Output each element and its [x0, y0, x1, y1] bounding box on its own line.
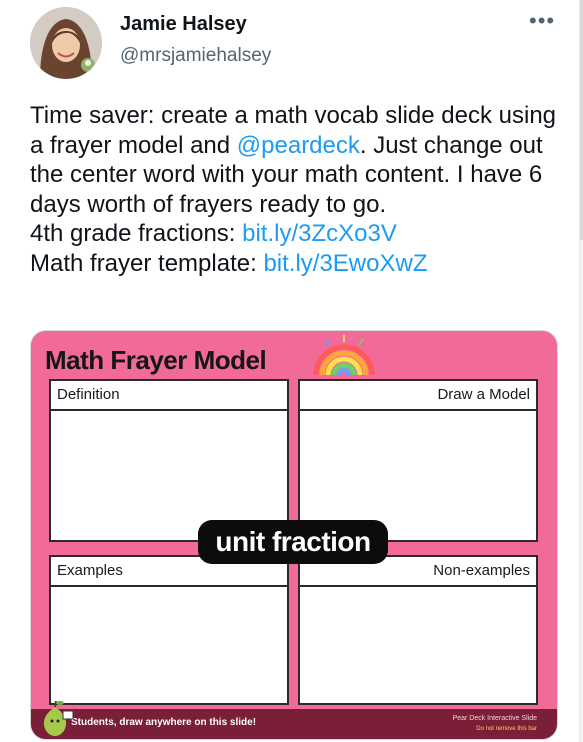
tweet-media-image[interactable]: Math Frayer Model Definition Draw a Mode… — [30, 330, 558, 740]
avatar-photo-icon — [30, 7, 102, 79]
tweet-line-fractions: 4th grade fractions: bit.ly/3ZcXo3V — [30, 219, 558, 249]
mention-link[interactable]: @peardeck — [237, 132, 360, 159]
profile-avatar[interactable] — [30, 7, 102, 79]
author-handle[interactable]: @mrsjamiehalsey — [120, 45, 271, 67]
footer-instruction: Students, draw anywhere on this slide! — [71, 717, 257, 728]
draw-model-box[interactable]: Draw a Model — [298, 379, 538, 542]
more-options-icon[interactable]: ••• — [529, 10, 557, 34]
examples-box[interactable]: Examples — [49, 555, 289, 705]
rainbow-icon — [313, 335, 375, 376]
draw-model-label: Draw a Model — [300, 381, 536, 411]
non-examples-box[interactable]: Non-examples — [298, 555, 538, 705]
pear-mascot-icon — [43, 700, 74, 736]
footer-brand: Pear Deck Interactive Slide — [452, 715, 537, 722]
tweet-paragraph: Time saver: create a math vocab slide de… — [30, 101, 558, 219]
tweet-text: Time saver: create a math vocab slide de… — [30, 101, 558, 278]
tweet-line-template: Math frayer template: bit.ly/3EwoXwZ — [30, 249, 558, 279]
author-name[interactable]: Jamie Halsey — [120, 13, 247, 36]
definition-box[interactable]: Definition — [49, 379, 289, 542]
fractions-link[interactable]: bit.ly/3ZcXo3V — [242, 220, 397, 247]
slide-title: Math Frayer Model — [45, 345, 267, 375]
definition-label: Definition — [51, 381, 287, 411]
template-link[interactable]: bit.ly/3EwoXwZ — [263, 250, 427, 277]
slide-footer: Students, draw anywhere on this slide! P… — [31, 709, 557, 739]
template-label: Math frayer template: — [30, 249, 264, 277]
center-word: unit fraction — [198, 520, 388, 564]
tweet-card: Jamie Halsey @mrsjamiehalsey ••• Time sa… — [0, 0, 580, 742]
fractions-label: 4th grade fractions: — [30, 220, 243, 247]
footer-warning: Do not remove this bar — [476, 726, 537, 732]
